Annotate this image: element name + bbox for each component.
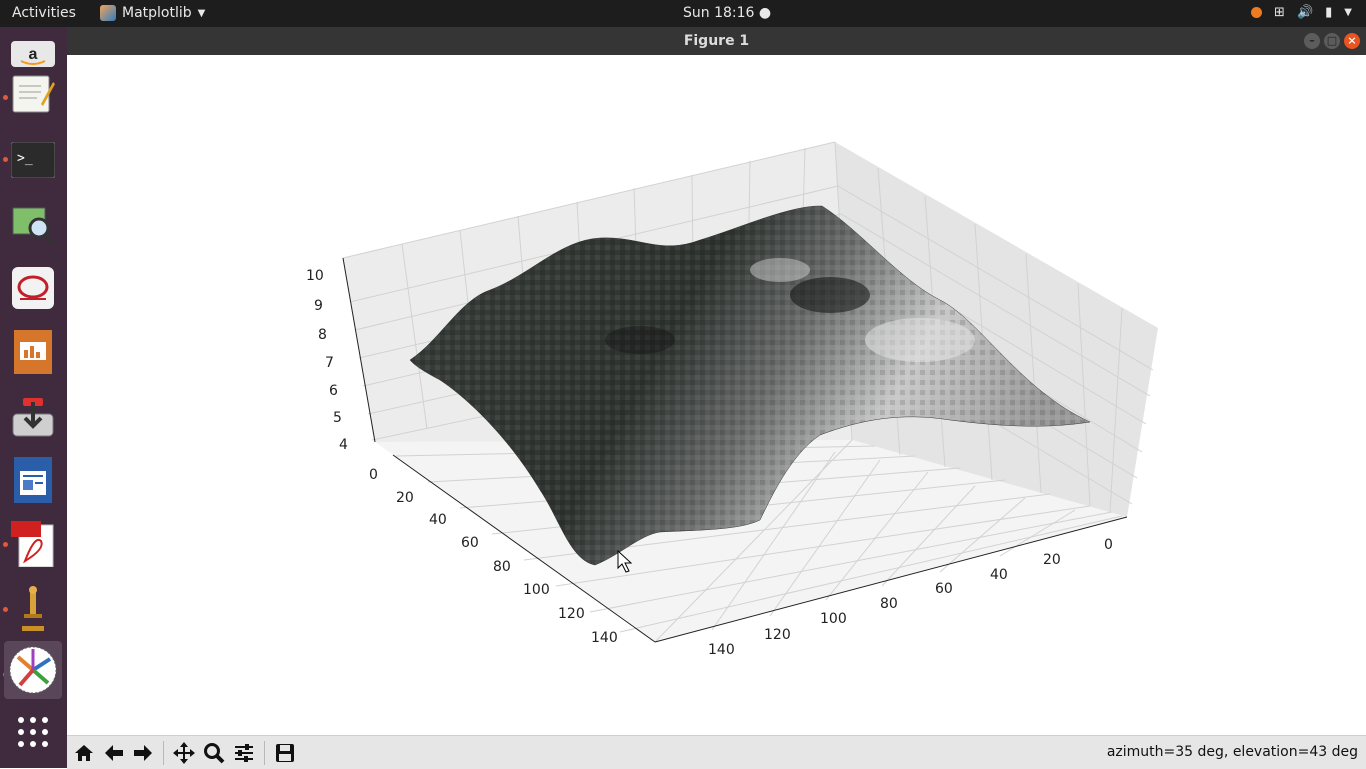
z-tick-label: 4: [339, 437, 348, 453]
magnifier-icon: [204, 743, 225, 764]
microscope-icon[interactable]: [8, 583, 58, 633]
y-tick-label: 60: [461, 535, 479, 551]
z-tick-label: 7: [325, 355, 334, 371]
navigation-toolbar: azimuth=35 deg, elevation=43 deg: [67, 735, 1366, 769]
x-tick-label: 100: [820, 611, 847, 627]
zoom-button[interactable]: [200, 739, 228, 767]
matplotlib-icon: [100, 5, 116, 21]
presentation-icon[interactable]: [8, 327, 58, 377]
z-tick-label: 10: [306, 268, 324, 284]
z-tick-label: 5: [333, 410, 342, 426]
close-button[interactable]: ×: [1344, 33, 1360, 49]
arrow-left-icon: [105, 745, 123, 761]
svg-text:>_: >_: [17, 151, 33, 166]
notification-dot-icon: ●: [758, 5, 772, 21]
maximize-button[interactable]: □: [1324, 33, 1340, 49]
z-tick-label: 8: [318, 327, 327, 343]
y-tick-label: 20: [396, 490, 414, 506]
network-icon[interactable]: ⊞: [1274, 5, 1285, 20]
battery-icon[interactable]: ▮: [1325, 5, 1332, 20]
show-applications-icon[interactable]: [18, 717, 50, 749]
app-menu-label: Matplotlib: [122, 5, 192, 21]
activities-button[interactable]: Activities: [12, 5, 76, 21]
arrow-right-icon: [134, 745, 152, 761]
volume-icon[interactable]: 🔊: [1297, 5, 1313, 20]
back-button[interactable]: [100, 739, 128, 767]
toolbar-separator: [163, 741, 164, 765]
update-indicator-icon[interactable]: [1251, 7, 1263, 18]
x-tick-label: 120: [764, 627, 791, 643]
y-tick-label: 40: [429, 512, 447, 528]
sliders-icon: [235, 744, 253, 762]
window-title: Figure 1: [683, 33, 750, 49]
y-tick-label: 0: [369, 467, 378, 483]
app-menu[interactable]: Matplotlib ▼: [100, 5, 205, 21]
y-tick-label: 80: [493, 559, 511, 575]
matplotlib-icon[interactable]: [4, 641, 62, 699]
move-icon: [173, 742, 195, 764]
x-tick-label: 20: [1043, 552, 1061, 568]
y-tick-label: 100: [523, 582, 550, 598]
chevron-down-icon[interactable]: ▼: [1344, 7, 1352, 18]
status-readout: azimuth=35 deg, elevation=43 deg: [1106, 744, 1358, 760]
forward-button[interactable]: [129, 739, 157, 767]
minimize-button[interactable]: –: [1304, 33, 1320, 49]
y-tick-label: 140: [591, 630, 618, 646]
top-bar: Activities Matplotlib ▼ Sun 18:16 ● ⊞ 🔊 …: [0, 0, 1366, 27]
svg-text:a: a: [29, 46, 38, 63]
plot-3d[interactable]: 10 9 8 7 6 5 4 0 20 40 60 80 100 120 140…: [67, 55, 1366, 735]
x-tick-label: 60: [935, 581, 953, 597]
chevron-down-icon: ▼: [197, 7, 206, 19]
save-button[interactable]: [271, 739, 299, 767]
installer-icon[interactable]: [8, 391, 58, 441]
pdf-icon[interactable]: [8, 519, 58, 569]
home-icon: [75, 745, 93, 761]
window-titlebar[interactable]: Figure 1 – □ ×: [67, 27, 1366, 55]
clock-label: Sun 18:16: [683, 5, 755, 21]
image-viewer-icon[interactable]: [8, 199, 58, 249]
terminal-icon[interactable]: >_: [8, 135, 58, 185]
z-axis-ticks: 10 9 8 7 6 5 4: [306, 268, 348, 453]
x-tick-label: 40: [990, 567, 1008, 583]
configure-subplots-button[interactable]: [230, 739, 258, 767]
x-tick-label: 140: [708, 642, 735, 658]
dock: a >_: [0, 27, 67, 768]
save-icon: [276, 744, 294, 762]
home-button[interactable]: [70, 739, 98, 767]
clock[interactable]: Sun 18:16 ●: [683, 5, 771, 21]
system-tray[interactable]: ⊞ 🔊 ▮ ▼: [1251, 5, 1352, 20]
figure-canvas[interactable]: 10 9 8 7 6 5 4 0 20 40 60 80 100 120 140…: [67, 55, 1366, 735]
writer-icon[interactable]: [8, 455, 58, 505]
toolbar-separator: [264, 741, 265, 765]
z-tick-label: 9: [314, 298, 323, 314]
x-tick-label: 80: [880, 596, 898, 612]
app-icon[interactable]: [8, 263, 58, 313]
pan-button[interactable]: [170, 739, 198, 767]
y-tick-label: 120: [558, 606, 585, 622]
text-editor-icon[interactable]: [8, 69, 58, 119]
z-tick-label: 6: [329, 383, 338, 399]
x-tick-label: 0: [1104, 537, 1113, 553]
